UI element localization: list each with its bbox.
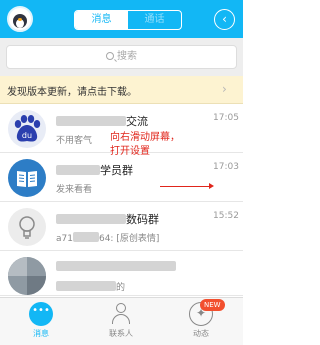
annotation-arrow-icon	[160, 183, 214, 189]
back-circle-icon[interactable]: ‹	[214, 9, 235, 30]
conversation-preview: a71 64: [原创表情]	[56, 231, 159, 244]
update-notice-text: 发现版本更新，请点击下载。	[7, 87, 137, 98]
nav-contacts[interactable]: 联系人	[96, 302, 146, 339]
conversation-title: 数码群	[56, 211, 159, 227]
annotation-text: 向右滑动屏幕， 打开设置	[110, 131, 180, 159]
new-badge: NEW	[200, 299, 225, 311]
message-bubble-icon: •••	[29, 302, 53, 326]
lightbulb-icon	[8, 208, 46, 246]
book-icon	[8, 159, 46, 197]
redacted-text	[56, 165, 100, 175]
conversation-time: 17:05	[213, 113, 239, 123]
segmented-tabs: 消息 通话	[74, 10, 182, 30]
conversation-title-text: 交流	[126, 115, 148, 128]
search-icon	[106, 52, 114, 60]
list-item[interactable]: 数码群 a71 64: [原创表情] 15:52	[0, 203, 243, 251]
redacted-text	[56, 116, 126, 126]
conversation-title: 交流	[56, 113, 148, 129]
redacted-text	[56, 261, 176, 271]
preview-suffix: 64: [原创表情]	[98, 234, 160, 244]
photo-avatar	[8, 257, 46, 295]
annotation-line-2: 打开设置	[110, 146, 150, 157]
person-head	[116, 303, 126, 313]
search-placeholder: 搜索	[117, 51, 137, 62]
svg-text:du: du	[22, 131, 32, 140]
conversation-preview: 发来看看	[56, 185, 93, 195]
tab-calls[interactable]: 通话	[128, 11, 181, 29]
top-bar: 消息 通话 ‹	[0, 0, 243, 38]
baidu-logo-icon: du	[8, 110, 46, 148]
annotation-line-1: 向右滑动屏幕，	[110, 132, 180, 143]
preview-text: 的	[116, 283, 126, 293]
preview-prefix: a71	[56, 234, 73, 244]
update-notice[interactable]: 发现版本更新，请点击下载。 ›	[0, 76, 243, 104]
conversation-preview: 不用客气	[56, 136, 93, 146]
nav-messages[interactable]: ••• 消息	[16, 302, 66, 339]
conversation-title-text: 学员群	[100, 164, 133, 177]
person-body	[112, 314, 130, 324]
nav-label: 动态	[193, 329, 209, 338]
conversation-time: 15:52	[213, 211, 239, 221]
redacted-text	[72, 232, 99, 242]
nav-label: 联系人	[109, 329, 133, 338]
list-item[interactable]: 学员群 发来看看 17:03	[0, 154, 243, 202]
search-area: 搜索	[0, 38, 243, 76]
person-icon	[110, 302, 132, 326]
conversation-title	[56, 260, 176, 273]
conversation-title: 学员群	[56, 162, 133, 178]
conversation-title-text: 数码群	[126, 213, 159, 226]
nav-label: 消息	[33, 329, 49, 338]
chevron-right-icon: ›	[222, 82, 227, 96]
search-input[interactable]: 搜索	[6, 45, 237, 69]
list-item[interactable]: 的	[0, 252, 243, 296]
tab-messages[interactable]: 消息	[75, 11, 128, 29]
conversation-time: 17:03	[213, 162, 239, 172]
user-avatar[interactable]	[7, 6, 33, 32]
redacted-text	[56, 281, 116, 291]
penguin-beak	[18, 18, 22, 21]
redacted-text	[56, 214, 126, 224]
conversation-preview: 的	[56, 280, 125, 293]
